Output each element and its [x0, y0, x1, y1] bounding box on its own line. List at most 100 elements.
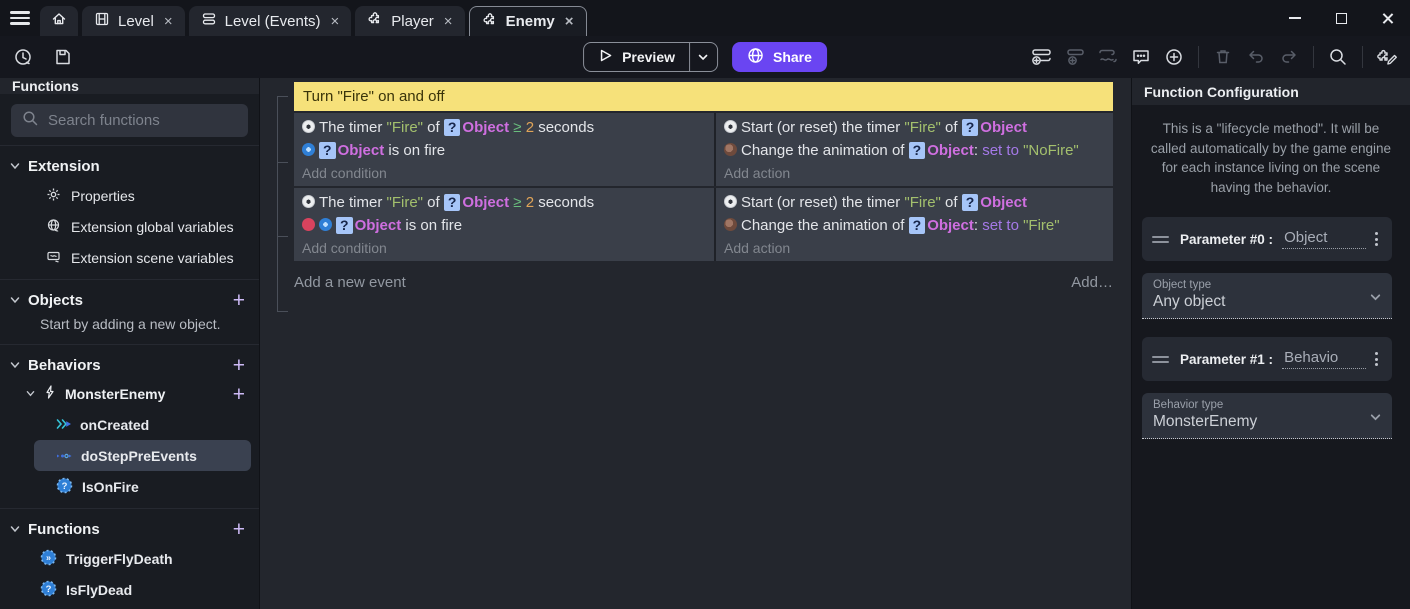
tab-level[interactable]: Level × [82, 6, 185, 36]
main-menu-icon[interactable] [0, 0, 40, 36]
kebab-menu-icon[interactable] [1369, 228, 1384, 250]
chevron-down-icon [1369, 291, 1382, 304]
action-line[interactable]: Change the animation of ?Object: set to … [724, 214, 1105, 237]
add-function-button[interactable]: + [229, 519, 249, 540]
method-label: onCreated [80, 417, 149, 433]
kebab-menu-icon[interactable] [1369, 348, 1384, 370]
sidebar-item-isflydead[interactable]: ? IsFlyDead [0, 574, 259, 605]
close-button[interactable] [1364, 0, 1410, 36]
drag-handle-icon[interactable] [1152, 233, 1169, 246]
actions-column: Start (or reset) the timer "Fire" of ?Ob… [716, 113, 1113, 186]
action-line[interactable]: Start (or reset) the timer "Fire" of ?Ob… [724, 191, 1105, 214]
functions-section-header[interactable]: Functions + [0, 515, 259, 543]
add-comment-icon[interactable] [1128, 44, 1154, 70]
drag-handle-icon[interactable] [1152, 353, 1169, 366]
add-other-event-icon[interactable] [1095, 44, 1121, 70]
maximize-button[interactable] [1318, 0, 1364, 36]
condition-line[interactable]: The timer "Fire" of ?Object ≥ 2 seconds [302, 191, 706, 214]
close-tab-icon[interactable]: × [164, 13, 173, 30]
sidebar-item-oncreated[interactable]: onCreated [0, 409, 259, 440]
save-icon[interactable] [50, 44, 76, 70]
sidebar-item-extension-scene-variables[interactable]: Extension scene variables [0, 242, 259, 273]
close-tab-icon[interactable]: × [444, 13, 453, 30]
parameter-0-name-field[interactable]: Object [1282, 229, 1366, 249]
add-more-link[interactable]: Add… [1071, 274, 1113, 291]
extension-section: Extension Properties Extension global va… [0, 145, 259, 279]
condition-line[interactable]: The timer "Fire" of ?Object ≥ 2 seconds [302, 116, 706, 139]
chevron-down-icon [1369, 411, 1382, 424]
close-tab-icon[interactable]: × [565, 13, 574, 30]
svg-text:»: » [46, 552, 51, 562]
add-circle-icon[interactable] [1161, 44, 1187, 70]
add-object-button[interactable]: + [229, 290, 249, 311]
redo-icon[interactable] [1276, 44, 1302, 70]
action-line[interactable]: Start (or reset) the timer "Fire" of ?Ob… [724, 116, 1105, 139]
conditions-column: The timer "Fire" of ?Object ≥ 2 seconds … [294, 113, 714, 186]
toolbar: Preview Share [0, 36, 1410, 78]
condition-line[interactable]: ?Object is on fire [302, 139, 706, 162]
sidebar-item-properties[interactable]: Properties [0, 180, 259, 211]
tab-enemy[interactable]: Enemy × [469, 6, 587, 36]
add-action-link[interactable]: Add action [724, 237, 1105, 259]
events-list-icon [201, 11, 217, 31]
objects-section: Objects + Start by adding a new object. [0, 279, 259, 344]
behaviors-section-header[interactable]: Behaviors + [0, 351, 259, 379]
lightning-icon [43, 385, 57, 404]
toolbar-separator [1313, 46, 1314, 68]
condition-line[interactable]: ?Object is on fire [302, 214, 706, 237]
sidebar-item-dosteppreevents[interactable]: doStepPreEvents [34, 440, 251, 471]
add-condition-link[interactable]: Add condition [302, 162, 706, 184]
sidebar-item-label: Properties [71, 188, 135, 204]
behavior-monsterenemy[interactable]: MonsterEnemy + [0, 379, 259, 409]
sidebar-item-label: Extension global variables [71, 219, 234, 235]
close-tab-icon[interactable]: × [331, 13, 340, 30]
search-functions-input[interactable] [48, 112, 237, 129]
parameter-0-label: Parameter #0 : [1180, 232, 1273, 247]
share-button[interactable]: Share [732, 42, 827, 72]
method-label: doStepPreEvents [81, 448, 197, 464]
condition-gear-icon: ? [56, 477, 73, 497]
right-panel-title: Function Configuration [1132, 78, 1410, 105]
search-wrap [11, 104, 248, 137]
sidebar-item-triggerflydeath[interactable]: » TriggerFlyDeath [0, 543, 259, 574]
undo-icon[interactable] [1243, 44, 1269, 70]
chevron-down-icon [26, 385, 35, 403]
behavior-type-select[interactable]: Behavior type MonsterEnemy [1142, 393, 1392, 439]
extension-section-header[interactable]: Extension [0, 152, 259, 180]
sidebar-item-isonfire[interactable]: ? IsOnFire [0, 471, 259, 502]
tab-player[interactable]: Player × [355, 6, 464, 36]
sidebar-item-extension-global-variables[interactable]: Extension global variables [0, 211, 259, 242]
tab-level-events[interactable]: Level (Events) × [189, 6, 352, 36]
event-row-1[interactable]: The timer "Fire" of ?Object ≥ 2 seconds … [294, 113, 1113, 186]
add-behavior-function-button[interactable]: + [229, 384, 249, 405]
add-subevent-icon[interactable] [1062, 44, 1088, 70]
toolbar-separator [1198, 46, 1199, 68]
add-event-row: Add a new event Add… [294, 274, 1113, 291]
search-icon[interactable] [1325, 44, 1351, 70]
add-action-link[interactable]: Add action [724, 162, 1105, 184]
puzzle-icon [367, 11, 383, 31]
behaviors-section: Behaviors + MonsterEnemy + onCreated doS… [0, 344, 259, 508]
search-functions-box[interactable] [11, 104, 248, 137]
section-label: Objects [28, 292, 83, 309]
minimize-button[interactable] [1272, 0, 1318, 36]
add-event-icon[interactable] [1029, 44, 1055, 70]
event-row-2[interactable]: The timer "Fire" of ?Object ≥ 2 seconds … [294, 188, 1113, 261]
preview-split-button: Preview [583, 42, 718, 72]
object-type-select[interactable]: Object type Any object [1142, 273, 1392, 319]
preview-options-chevron[interactable] [689, 43, 717, 71]
action-line[interactable]: Change the animation of ?Object: set to … [724, 139, 1105, 162]
add-behavior-button[interactable]: + [229, 355, 249, 376]
preview-button[interactable]: Preview [584, 43, 689, 71]
history-icon[interactable] [10, 44, 36, 70]
add-condition-link[interactable]: Add condition [302, 237, 706, 259]
parameter-1-name-field[interactable]: Behavio [1282, 349, 1366, 369]
add-new-event-link[interactable]: Add a new event [294, 274, 406, 291]
comment-event[interactable]: Turn "Fire" on and off [294, 82, 1113, 111]
edit-extension-icon[interactable] [1374, 44, 1400, 70]
delete-icon[interactable] [1210, 44, 1236, 70]
conditions-column: The timer "Fire" of ?Object ≥ 2 seconds … [294, 188, 714, 261]
objects-section-header[interactable]: Objects + [0, 286, 259, 314]
tab-home[interactable] [40, 6, 78, 36]
sidebar-title: Functions [0, 78, 259, 94]
